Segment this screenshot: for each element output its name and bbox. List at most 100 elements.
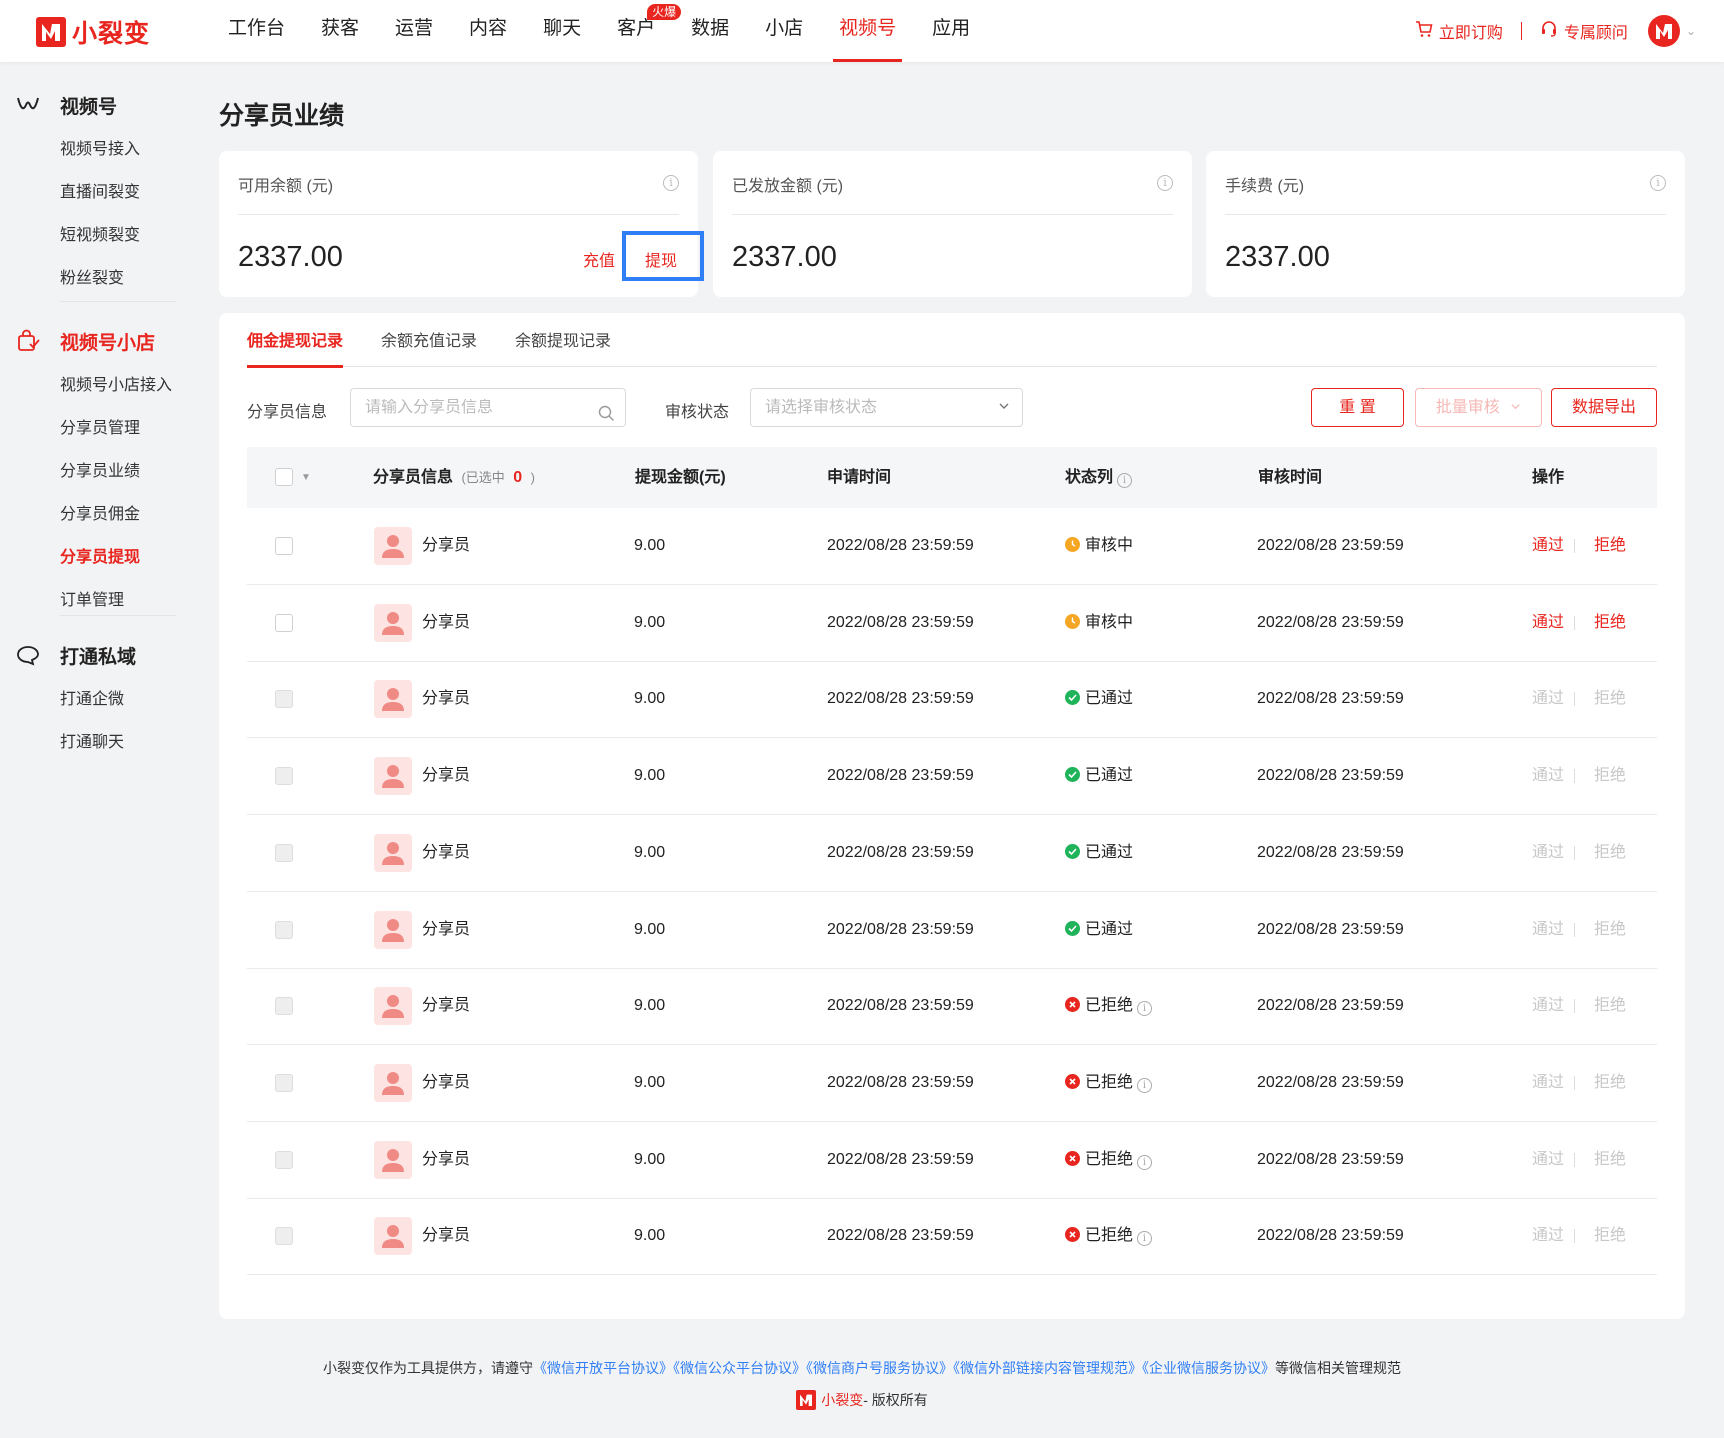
review-time: 2022/08/28 23:59:59 — [1257, 1227, 1404, 1245]
reject-button: 拒绝 — [1594, 767, 1627, 785]
export-button[interactable]: 数据导出 — [1551, 388, 1657, 427]
sidebar-item[interactable]: 分享员佣金 — [0, 493, 190, 536]
stat-card-paid-amount: 已发放金额 (元) i 2337.00 — [713, 151, 1192, 297]
nav-item-2[interactable]: 运营 — [377, 0, 451, 62]
info-icon[interactable]: i — [1650, 175, 1666, 191]
status-select[interactable]: 请选择审核状态 — [750, 388, 1023, 427]
search-icon[interactable] — [598, 399, 615, 436]
sidebar-item[interactable]: 视频号小店接入 — [0, 364, 190, 407]
avatar — [374, 757, 412, 796]
status-cell: 已通过 — [1065, 661, 1133, 737]
footer-suffix: 等微信相关管理规范 — [1275, 1360, 1401, 1376]
batch-review-button[interactable]: 批量审核 — [1415, 388, 1542, 427]
selected-prefix: (已选中 — [461, 470, 505, 485]
sharer-name: 分享员 — [422, 1150, 471, 1168]
nav-item-4[interactable]: 聊天 — [525, 0, 599, 62]
sidebar-item[interactable]: 分享员提现 — [0, 536, 190, 579]
review-time: 2022/08/28 23:59:59 — [1257, 767, 1404, 785]
sharer-name: 分享员 — [422, 690, 471, 708]
sidebar-item[interactable]: 直播间裂变 — [0, 171, 190, 214]
footer-agreement-link[interactable]: 《微信商户号服务协议》 — [806, 1360, 953, 1376]
nav-item-9[interactable]: 应用 — [914, 0, 988, 62]
apply-time: 2022/08/28 23:59:59 — [827, 920, 974, 938]
footer-agreement-link[interactable]: 《微信开放平台协议》 — [533, 1360, 673, 1376]
info-icon[interactable]: i — [1157, 175, 1173, 191]
logo-mark-icon — [796, 1390, 817, 1410]
row-checkbox[interactable] — [275, 537, 293, 555]
advisor-link[interactable]: 专属顾问 — [1540, 19, 1628, 43]
row-checkbox — [275, 997, 293, 1016]
sharer-search-input[interactable] — [350, 388, 626, 427]
select-all-checkbox[interactable] — [275, 468, 293, 486]
nav-item-6[interactable]: 数据 — [673, 0, 747, 62]
sidebar-group-title[interactable]: 视频号小店 — [0, 326, 190, 356]
sharer-name: 分享员 — [422, 1073, 471, 1091]
reject-button[interactable]: 拒绝 — [1594, 585, 1626, 661]
tab-1[interactable]: 余额充值记录 — [381, 313, 477, 367]
header-amount: 提现金额(元) — [635, 469, 726, 486]
approve-button: 通过 — [1532, 1150, 1565, 1168]
op-divider — [1574, 1075, 1575, 1090]
info-icon[interactable]: i — [1137, 1077, 1153, 1093]
apply-time: 2022/08/28 23:59:59 — [827, 843, 974, 861]
buy-now-link[interactable]: 立即订购 — [1415, 19, 1503, 43]
nav-item-0[interactable]: 工作台 — [210, 0, 303, 62]
sidebar-item[interactable]: 打通企微 — [0, 678, 190, 721]
approve-button: 通过 — [1532, 767, 1565, 785]
info-icon[interactable]: i — [1137, 1154, 1153, 1170]
sidebar-item[interactable]: 短视频裂变 — [0, 214, 190, 257]
apply-time: 2022/08/28 23:59:59 — [827, 690, 974, 708]
caret-down-icon[interactable]: ▼ — [301, 447, 311, 508]
info-icon[interactable]: i — [663, 175, 679, 191]
sidebar-group-title[interactable]: 打通私域 — [0, 640, 190, 670]
status-cell: 已拒绝 i — [1065, 1198, 1153, 1274]
nav-item-5[interactable]: 客户 火爆 — [599, 0, 682, 62]
sidebar-item[interactable]: 视频号接入 — [0, 128, 190, 171]
sidebar-group-2: 打通私域打通企微 打通聊天 — [0, 640, 190, 764]
approve-button[interactable]: 通过 — [1532, 585, 1564, 661]
footer-agreement-link[interactable]: 《微信外部链接内容管理规范》 — [953, 1360, 1142, 1376]
header-review-time: 审核时间 — [1258, 469, 1323, 486]
chevron-down-icon[interactable]: ⌄ — [1686, 24, 1696, 38]
sharer-search-field[interactable] — [365, 399, 595, 417]
brand-logo[interactable]: 小裂变 — [36, 14, 150, 50]
nav-item-8[interactable]: 视频号 — [821, 0, 914, 62]
sidebar-item[interactable]: 粉丝裂变 — [0, 257, 190, 300]
op-divider — [1574, 539, 1575, 553]
sharer-name: 分享员 — [422, 613, 471, 631]
sidebar-item[interactable]: 分享员业绩 — [0, 450, 190, 493]
apply-time: 2022/08/28 23:59:59 — [827, 1227, 974, 1245]
sidebar-item[interactable]: 分享员管理 — [0, 407, 190, 450]
amount: 9.00 — [634, 1073, 666, 1091]
nav-item-7[interactable]: 小店 — [747, 0, 821, 62]
tab-0[interactable]: 佣金提现记录 — [247, 313, 344, 368]
footer-agreement-link[interactable]: 《企业微信服务协议》 — [1142, 1360, 1275, 1376]
main-nav: 工作台 获客 运营 内容 聊天 客户 火爆 数据 小店 视频号 应用 — [210, 0, 988, 62]
status-cell: 已通过 — [1065, 815, 1133, 891]
sidebar-group-title[interactable]: 视频号 — [0, 90, 190, 120]
footer-agreement-link[interactable]: 《微信公众平台协议》 — [673, 1360, 806, 1376]
copyright-brand: 小裂变 — [821, 1392, 864, 1408]
approve-button[interactable]: 通过 — [1532, 508, 1564, 584]
avatar — [374, 1140, 412, 1179]
status-badge: 审核中 — [1085, 613, 1134, 631]
info-icon[interactable]: i — [1137, 1001, 1153, 1017]
tab-2[interactable]: 余额提现记录 — [515, 313, 611, 367]
nav-item-1[interactable]: 获客 — [303, 0, 377, 62]
recharge-link[interactable]: 充值 — [583, 247, 615, 271]
reset-button[interactable]: 重 置 — [1311, 388, 1404, 427]
cart-icon — [1415, 20, 1433, 43]
op-divider — [1574, 1152, 1575, 1167]
reject-button: 拒绝 — [1594, 920, 1627, 938]
status-badge: 已通过 — [1085, 767, 1134, 785]
user-avatar[interactable] — [1647, 15, 1680, 47]
page-title: 分享员业绩 — [219, 102, 345, 130]
reject-button[interactable]: 拒绝 — [1594, 508, 1626, 584]
info-icon[interactable]: i — [1137, 1231, 1153, 1247]
sharer-name: 分享员 — [422, 997, 471, 1015]
nav-item-3[interactable]: 内容 — [451, 0, 525, 62]
avatar — [374, 527, 412, 565]
info-icon[interactable]: i — [1117, 473, 1133, 488]
sidebar-item[interactable]: 打通聊天 — [0, 721, 190, 764]
row-checkbox[interactable] — [275, 613, 293, 632]
